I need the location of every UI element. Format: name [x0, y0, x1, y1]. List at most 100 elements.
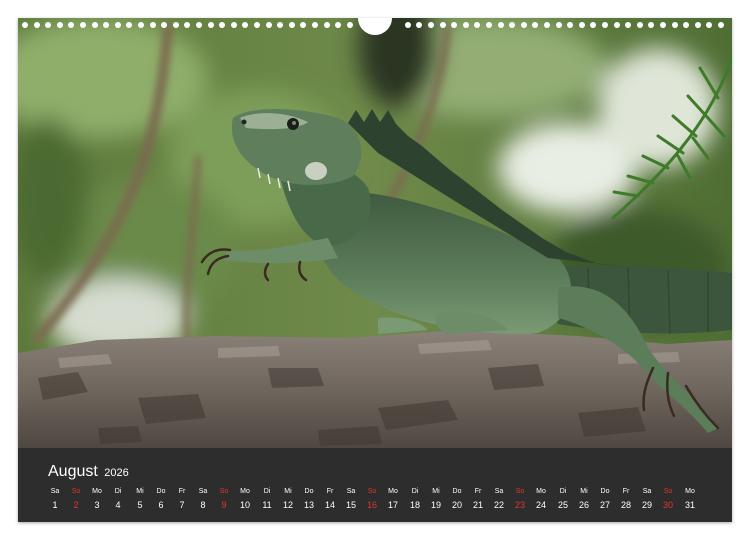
ring-hole [474, 22, 480, 28]
weekday-label: Fr [326, 488, 334, 495]
month-name: August [48, 463, 98, 480]
day-number: 20 [451, 500, 462, 510]
ring-hole [196, 22, 202, 28]
weekday-label: Sa [198, 488, 208, 495]
ring-hole [312, 22, 318, 28]
year: 2026 [104, 467, 129, 479]
weekday-label: Do [304, 488, 314, 495]
day-number: 3 [94, 500, 100, 510]
weekday-label: Di [559, 488, 567, 495]
ring-hole [486, 22, 492, 28]
day-number: 7 [179, 500, 185, 510]
weekday-label: Mi [136, 488, 144, 495]
ring-hole [208, 22, 214, 28]
iguana-on-rock-image [18, 18, 732, 448]
weekday-label: Fr [474, 488, 482, 495]
day-number: 10 [239, 500, 250, 510]
ring-hole [544, 22, 550, 28]
ring-hole [150, 22, 156, 28]
day-number: 18 [409, 500, 420, 510]
day-number: 21 [472, 500, 483, 510]
day-number: 31 [684, 500, 695, 510]
weekday-label: Mo [536, 488, 546, 495]
weekday-label: Mi [432, 488, 440, 495]
ring-hole [498, 22, 504, 28]
ring-hole [115, 22, 121, 28]
weekday-label: Do [600, 488, 610, 495]
ring-hole [57, 22, 63, 28]
weekday-label: Sa [50, 488, 60, 495]
weekday-label: Di [411, 488, 419, 495]
ring-hole [579, 22, 585, 28]
ring-hole [231, 22, 237, 28]
ring-hole [695, 22, 701, 28]
day-number: 5 [137, 500, 143, 510]
ring-hole [648, 22, 654, 28]
day-number: 11 [262, 500, 272, 510]
weekday-label: Mo [388, 488, 398, 495]
ring-hole [45, 22, 51, 28]
day-number: 19 [430, 500, 441, 510]
weekday-label: Fr [178, 488, 186, 495]
ring-hole [347, 22, 353, 28]
ring-hole [718, 22, 724, 28]
weekday-label: Do [156, 488, 166, 495]
ring-hole [103, 22, 109, 28]
day-number: 25 [557, 500, 568, 510]
ring-hole [451, 22, 457, 28]
ring-hole [602, 22, 608, 28]
day-number: 23 [514, 500, 525, 510]
day-number: 29 [641, 500, 652, 510]
ring-hole [300, 22, 306, 28]
weekday-label: Do [452, 488, 462, 495]
iguana-photo [18, 18, 732, 448]
day-number: 9 [221, 500, 227, 510]
day-number: 13 [303, 500, 314, 510]
ring-hole [254, 22, 260, 28]
day-number: 30 [662, 500, 673, 510]
day-number: 17 [387, 500, 398, 510]
ring-hole [22, 22, 28, 28]
ring-hole [416, 22, 422, 28]
day-number: 1 [52, 500, 58, 510]
ring-hole [173, 22, 179, 28]
ring-hole [521, 22, 527, 28]
month-title: August 2026 [48, 463, 129, 481]
ring-hole [80, 22, 86, 28]
ring-hole [92, 22, 98, 28]
ring-hole [126, 22, 132, 28]
weekday-label: So [219, 488, 229, 495]
weekday-label: Mi [580, 488, 588, 495]
ring-hole [660, 22, 666, 28]
ring-hole [532, 22, 538, 28]
day-number: 16 [366, 500, 377, 510]
day-number: 15 [345, 500, 356, 510]
ring-hole [428, 22, 434, 28]
day-number: 12 [282, 500, 293, 510]
day-number: 22 [493, 500, 504, 510]
day-number: 2 [73, 500, 79, 510]
ring-hole [242, 22, 248, 28]
ring-hole [335, 22, 341, 28]
weekday-label: Mo [685, 488, 695, 495]
ring-hole [440, 22, 446, 28]
weekday-label: So [367, 488, 377, 495]
ring-hole [590, 22, 596, 28]
ring-hole [637, 22, 643, 28]
weekday-label: Mo [240, 488, 250, 495]
weekday-label: Sa [346, 488, 356, 495]
ring-hole [184, 22, 190, 28]
ring-hole [34, 22, 40, 28]
day-number: 4 [115, 500, 121, 510]
weekday-label: So [71, 488, 81, 495]
ring-hole [219, 22, 225, 28]
weekday-label: Mi [284, 488, 292, 495]
day-number: 27 [599, 500, 610, 510]
ring-hole [567, 22, 573, 28]
ring-hole [138, 22, 144, 28]
ring-hole [324, 22, 330, 28]
day-number: 24 [535, 500, 546, 510]
ring-hole [556, 22, 562, 28]
weekday-label: So [515, 488, 525, 495]
weekday-label: Sa [642, 488, 652, 495]
